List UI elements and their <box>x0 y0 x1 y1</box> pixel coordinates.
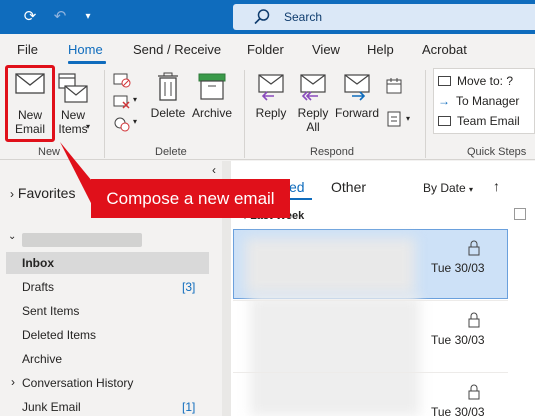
callout-label: Compose a new email <box>91 179 290 218</box>
